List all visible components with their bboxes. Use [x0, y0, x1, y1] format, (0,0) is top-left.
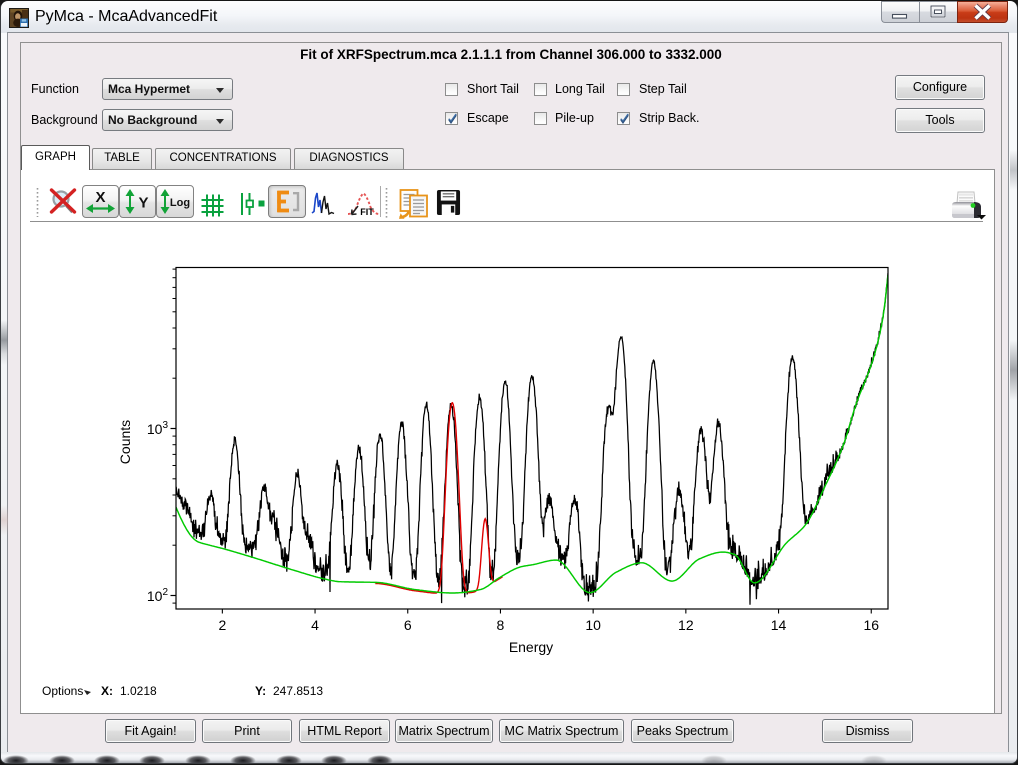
- svg-text:2: 2: [218, 617, 226, 633]
- svg-text:10: 10: [585, 617, 601, 633]
- svg-text:X: X: [95, 189, 105, 206]
- svg-text:14: 14: [771, 617, 787, 633]
- svg-text:8: 8: [497, 617, 505, 633]
- svg-text:Counts: Counts: [117, 420, 133, 464]
- svg-text:4: 4: [311, 617, 319, 633]
- svg-text:16: 16: [863, 617, 879, 633]
- svg-text:Y: Y: [138, 195, 148, 212]
- svg-text:FIT: FIT: [360, 207, 374, 217]
- svg-text:6: 6: [404, 617, 412, 633]
- svg-text:102: 102: [147, 587, 169, 604]
- svg-text:Log: Log: [170, 197, 190, 209]
- svg-text:12: 12: [678, 617, 694, 633]
- svg-text:103: 103: [147, 420, 169, 437]
- svg-text:Energy: Energy: [509, 639, 553, 655]
